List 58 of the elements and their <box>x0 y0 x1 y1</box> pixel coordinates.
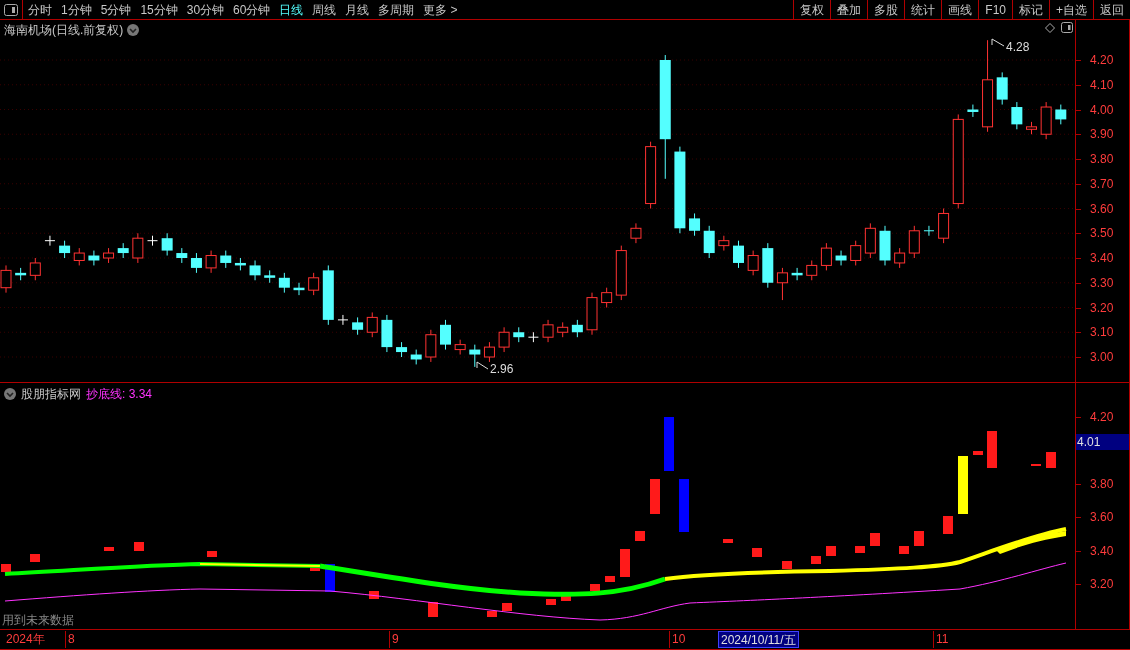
date-axis-label: 8 <box>65 631 75 648</box>
indicator-axis-label: 4.20 <box>1090 410 1114 424</box>
price-axis-label: 3.40 <box>1090 251 1114 265</box>
date-cursor-label: 2024/10/11/五 <box>718 631 799 648</box>
price-axis-label: 3.60 <box>1090 201 1114 216</box>
low-price-label: 2.96 <box>490 361 514 378</box>
current-value-label: 4.01 <box>1076 434 1129 450</box>
period-tab[interactable]: 月线 <box>345 0 370 19</box>
period-tab[interactable]: 多周期 <box>378 0 415 19</box>
high-price-label: 4.28 <box>1006 39 1030 56</box>
dropdown-icon[interactable] <box>127 24 140 36</box>
price-axis-label: 3.10 <box>1090 325 1114 340</box>
more-button[interactable]: 更多 > <box>423 0 458 19</box>
period-tab[interactable]: 30分钟 <box>186 0 225 19</box>
toolbar-button[interactable]: 画线 <box>941 0 979 19</box>
period-tab[interactable]: 15分钟 <box>140 0 178 19</box>
period-tab[interactable]: 分时 <box>28 0 52 19</box>
price-axis-label: 4.10 <box>1090 77 1114 92</box>
period-tab[interactable]: 1分钟 <box>61 0 92 19</box>
date-axis-label: 9 <box>389 631 399 648</box>
future-data-note: 用到未来数据 <box>2 612 74 629</box>
price-axis-label: 3.00 <box>1090 350 1114 364</box>
toolbar-button[interactable]: 多股 <box>867 0 905 19</box>
price-axis-label: 3.20 <box>1090 300 1114 315</box>
toolbar-button[interactable]: 返回 <box>1093 0 1130 19</box>
price-axis-label: 3.90 <box>1090 127 1114 142</box>
period-tab[interactable]: 周线 <box>312 0 337 19</box>
indicator-axis-label: 3.60 <box>1090 510 1114 524</box>
indicator-axis-label: 3.40 <box>1090 544 1114 558</box>
leader-line <box>476 361 489 370</box>
date-axis-label: 11 <box>933 631 949 648</box>
period-tab[interactable]: 60分钟 <box>233 0 271 19</box>
period-tab[interactable]: 日线 <box>279 0 304 19</box>
toolbar-button[interactable]: 统计 <box>904 0 942 19</box>
toolbar-button[interactable]: 复权 <box>793 0 831 19</box>
toolbar-button[interactable]: 叠加 <box>830 0 868 19</box>
date-axis-label: 10 <box>669 631 686 648</box>
stock-title: 海南机场(日线.前复权) <box>4 22 124 39</box>
collapse-icon[interactable] <box>4 388 16 400</box>
indicator-title: 股朋指标网 <box>21 386 81 403</box>
indicator-axis-label: 3.80 <box>1090 477 1114 491</box>
indicator-axis-label: 3.20 <box>1090 577 1114 591</box>
price-axis-label: 3.80 <box>1090 152 1114 166</box>
price-axis-label: 3.30 <box>1090 275 1114 290</box>
indicator-line-label: 抄底线: 3.34 <box>86 386 153 403</box>
price-axis-label: 3.50 <box>1090 226 1114 241</box>
toolbar-button[interactable]: +自选 <box>1049 0 1093 19</box>
panel-toggle-icon[interactable] <box>4 3 18 16</box>
toolbar-button[interactable]: F10 <box>978 0 1012 19</box>
period-tab[interactable]: 5分钟 <box>100 0 132 19</box>
leader-line <box>991 38 1005 47</box>
price-axis-label: 4.20 <box>1090 53 1114 67</box>
price-axis-label: 4.00 <box>1090 102 1114 117</box>
date-axis-label: 2024年 <box>5 631 45 648</box>
price-axis-label: 3.70 <box>1090 176 1114 191</box>
panel-toggle-icon[interactable] <box>1061 22 1073 33</box>
diamond-icon[interactable] <box>1045 22 1055 33</box>
toolbar-button[interactable]: 标记 <box>1012 0 1049 19</box>
